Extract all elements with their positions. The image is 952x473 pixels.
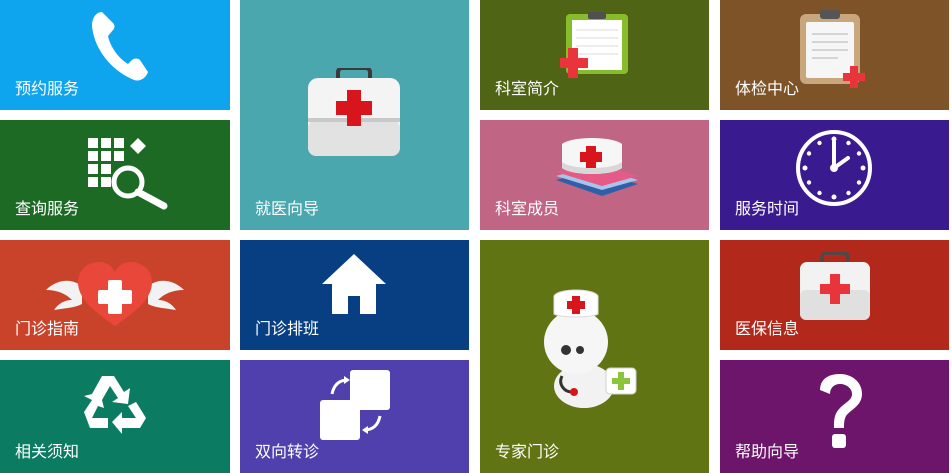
- tile-department-intro[interactable]: 科室简介: [480, 0, 709, 110]
- tile-label: 就医向导: [255, 199, 320, 218]
- recycle-icon: [84, 376, 146, 434]
- tile-medical-guidance[interactable]: 就医向导: [240, 0, 469, 230]
- tile-label: 体检中心: [735, 79, 800, 98]
- medical-case-icon: [800, 252, 870, 320]
- question-mark-icon: [820, 374, 862, 448]
- tile-service-hours[interactable]: 服务时间: [720, 120, 949, 230]
- tile-label: 专家门诊: [495, 442, 560, 461]
- tile-label: 预约服务: [15, 79, 80, 98]
- clock-icon: [796, 130, 872, 206]
- tile-appointment-service[interactable]: 预约服务: [0, 0, 230, 110]
- tile-label: 门诊排班: [255, 319, 320, 338]
- tile-label: 服务时间: [735, 199, 800, 218]
- tile-label: 科室简介: [495, 79, 560, 98]
- tile-query-service[interactable]: 查询服务: [0, 120, 230, 230]
- tile-checkup-center[interactable]: 体检中心: [720, 0, 949, 110]
- tile-label: 相关须知: [15, 442, 80, 461]
- doctor-mascot-icon: [544, 289, 637, 408]
- tile-label: 双向转诊: [255, 442, 320, 461]
- checkup-clipboard-icon: [800, 10, 865, 88]
- transfer-icon: [320, 370, 390, 440]
- tile-outpatient-schedule[interactable]: 门诊排班: [240, 240, 469, 350]
- tile-expert-clinic[interactable]: 专家门诊: [480, 240, 709, 473]
- clipboard-cross-icon: [560, 12, 628, 78]
- first-aid-kit-icon: [308, 68, 400, 156]
- nurse-cap-books-icon: [556, 138, 638, 196]
- home-icon: [322, 254, 386, 314]
- tile-medical-insurance-info[interactable]: 医保信息: [720, 240, 949, 350]
- grid-search-icon: [88, 138, 168, 210]
- tile-related-notices[interactable]: 相关须知: [0, 360, 230, 473]
- tile-label: 科室成员: [495, 199, 560, 218]
- tile-label: 门诊指南: [15, 319, 80, 338]
- tile-department-members[interactable]: 科室成员: [480, 120, 709, 230]
- tile-label: 帮助向导: [735, 442, 800, 461]
- tile-two-way-referral[interactable]: 双向转诊: [240, 360, 469, 473]
- tile-outpatient-guide[interactable]: 门诊指南: [0, 240, 230, 350]
- tile-label: 医保信息: [735, 319, 800, 338]
- tile-label: 查询服务: [15, 199, 80, 218]
- tile-help-guide[interactable]: 帮助向导: [720, 360, 949, 473]
- phone-icon: [92, 12, 148, 81]
